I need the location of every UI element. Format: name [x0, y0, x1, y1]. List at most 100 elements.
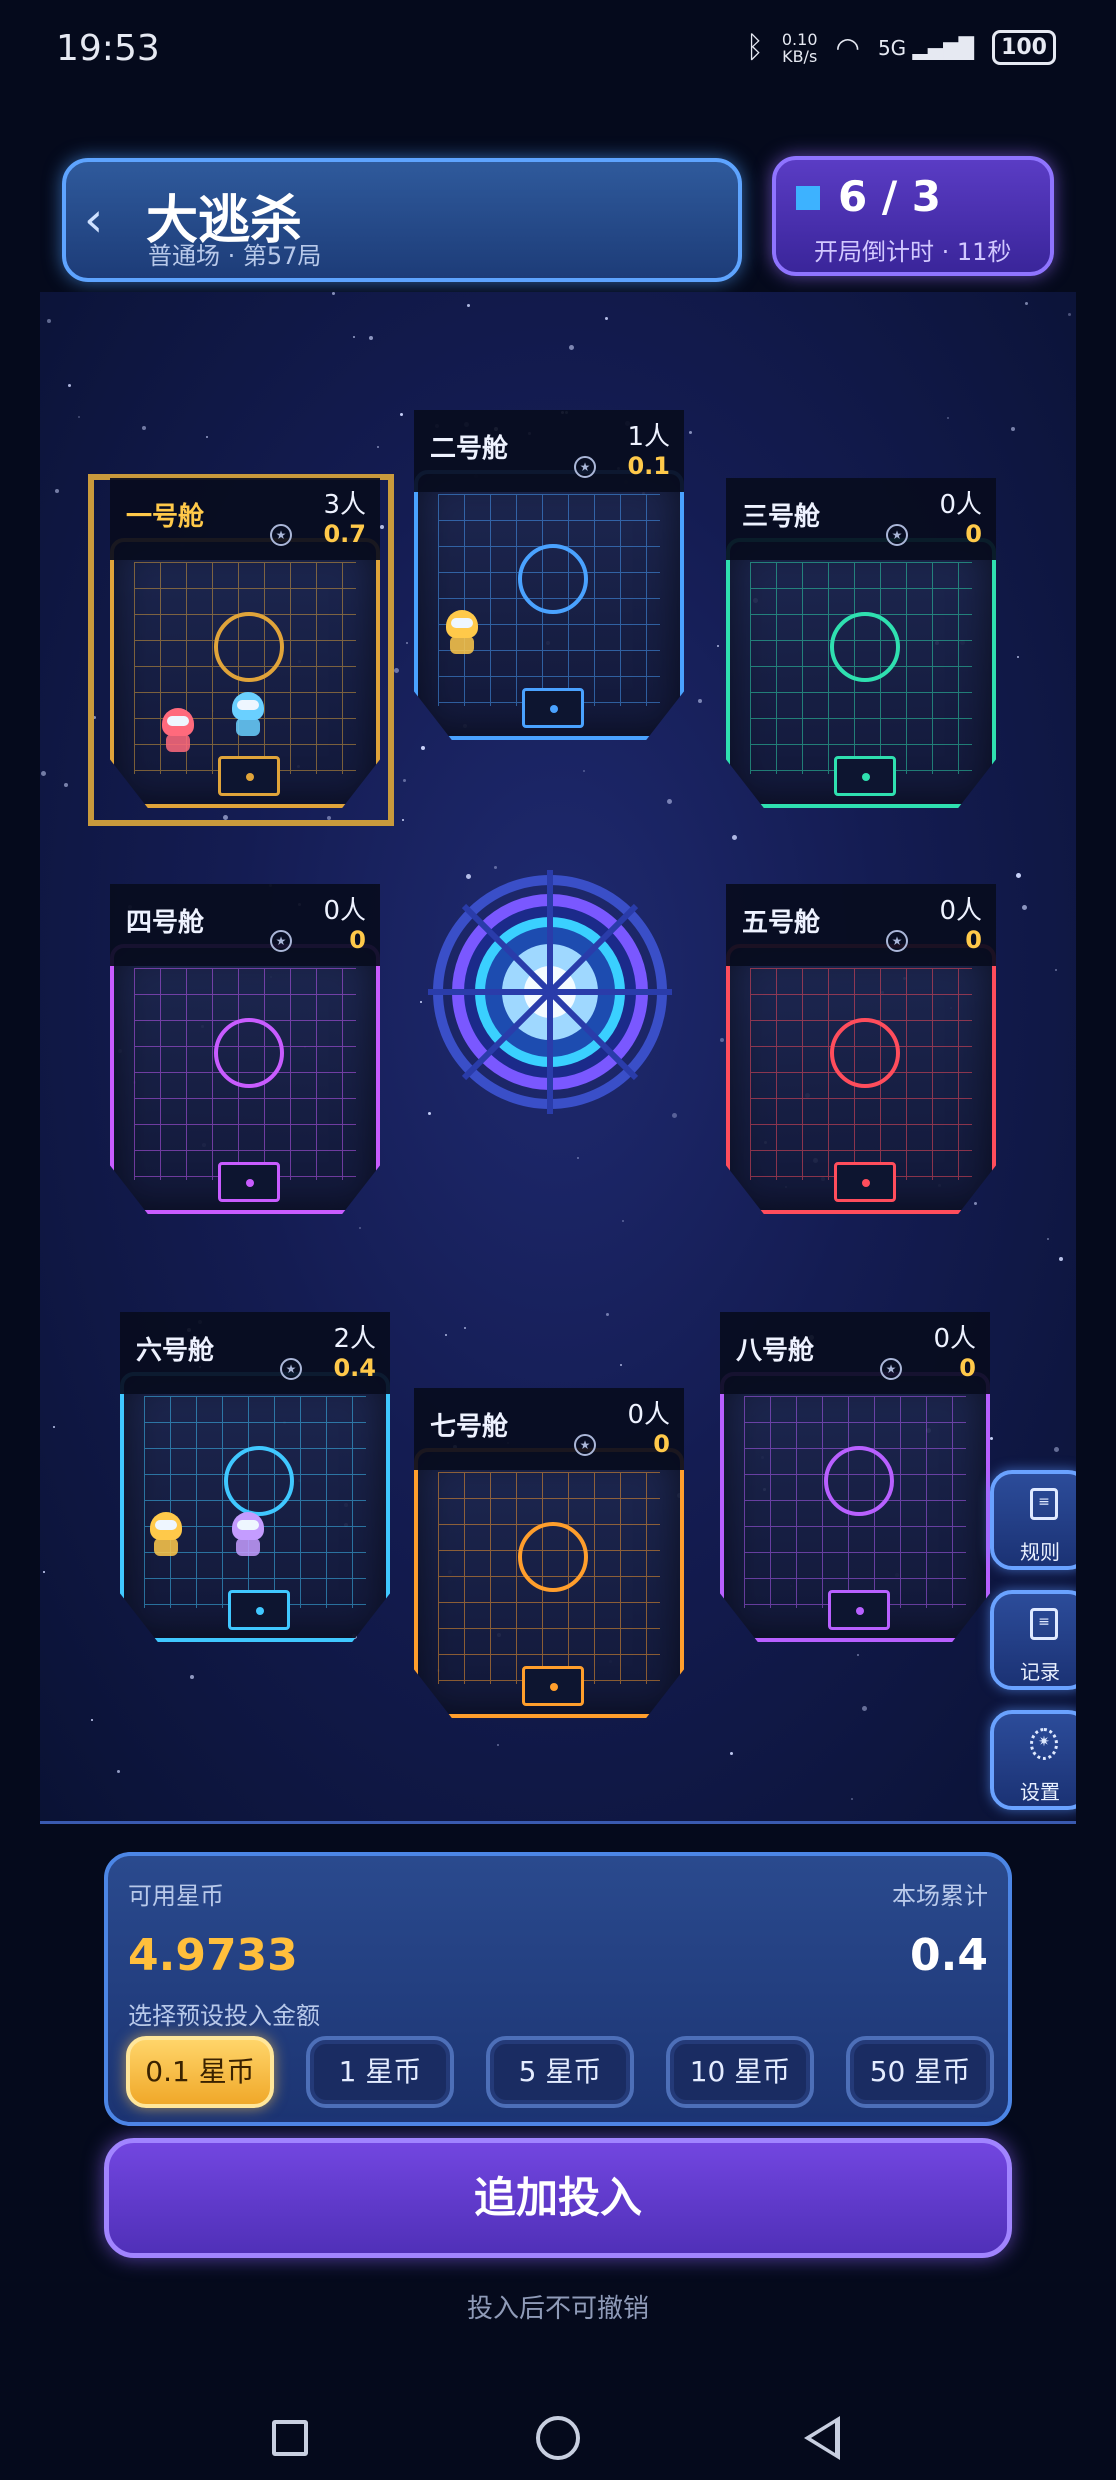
coin-icon: ★ [574, 1434, 596, 1456]
star-dot [857, 1654, 859, 1656]
star-dot [569, 345, 574, 350]
star-dot [1017, 656, 1019, 658]
star-dot [43, 1571, 45, 1573]
pod-people: 0人 [939, 896, 982, 926]
add-investment-button[interactable]: 追加投入 [104, 2138, 1012, 2258]
back-triangle-icon[interactable] [804, 2416, 840, 2460]
amount-button[interactable]: 0.1 星币 [126, 2036, 274, 2108]
recent-apps-icon[interactable] [272, 2420, 308, 2456]
coin-icon: ★ [270, 524, 292, 546]
star-dot [605, 317, 608, 320]
pod-label: 三号舱 ★ 0人 0 [726, 478, 996, 560]
star-dot [689, 431, 692, 434]
star-dot [421, 746, 425, 750]
pod-door-icon [522, 688, 584, 728]
coin-icon: ★ [574, 456, 596, 478]
star-dot [1022, 905, 1027, 910]
pod-chamber [110, 944, 380, 1214]
star-dot [730, 1752, 733, 1755]
star-dot [445, 1334, 447, 1336]
pod-people: 2人 [333, 1324, 376, 1354]
pod-chamber [726, 538, 996, 808]
pod-name: 二号舱 [430, 434, 509, 464]
document-icon: ≡ [1030, 1488, 1058, 1520]
center-portal-icon [428, 870, 672, 1114]
pod-amount: 0.1 [627, 452, 670, 480]
record-icon: ≡ [1030, 1608, 1058, 1640]
star-dot [622, 1220, 624, 1222]
navigation-bar [0, 2380, 1116, 2480]
star-dot [68, 384, 71, 387]
star-dot [400, 413, 403, 416]
pod-name: 四号舱 [126, 908, 205, 938]
battery-icon: 100 [992, 30, 1056, 65]
pod-door-icon [828, 1590, 890, 1630]
pod-people: 0人 [323, 896, 366, 926]
pod-chamber [414, 470, 684, 740]
star-dot [402, 819, 404, 821]
star-dot [720, 1038, 724, 1042]
pod-1[interactable]: 一号舱 ★ 3人 0.7 [110, 478, 380, 808]
pod-5[interactable]: 五号舱 ★ 0人 0 [726, 884, 996, 1214]
amount-button[interactable]: 5 星币 [486, 2036, 634, 2108]
star-dot [1016, 873, 1021, 878]
home-icon[interactable] [536, 2416, 580, 2460]
pod-core-icon [518, 1522, 588, 1592]
star-dot [377, 446, 379, 448]
pod-amount: 0 [965, 520, 982, 548]
pod-label: 八号舱 ★ 0人 0 [720, 1312, 990, 1394]
pod-2[interactable]: 二号舱 ★ 1人 0.1 [414, 410, 684, 740]
records-button[interactable]: ≡ 记录 [990, 1590, 1076, 1690]
pod-label: 六号舱 ★ 2人 0.4 [120, 1312, 390, 1394]
player-count: 6 / 3 [838, 172, 942, 221]
star-dot [403, 779, 406, 782]
star-dot [577, 1157, 579, 1159]
pod-7[interactable]: 七号舱 ★ 0人 0 [414, 1388, 684, 1718]
pod-label: 一号舱 ★ 3人 0.7 [110, 478, 380, 560]
arena: 一号舱 ★ 3人 0.7 二号舱 ★ 1人 0.1 三号舱 ★ 0人 0 四号舱… [40, 292, 1076, 1824]
net-speed: 0.10 KB/s [781, 29, 818, 66]
pod-6[interactable]: 六号舱 ★ 2人 0.4 [120, 1312, 390, 1642]
pod-amount: 0 [959, 1354, 976, 1382]
star-dot [732, 835, 737, 840]
status-time: 19:53 [56, 28, 160, 69]
rules-button[interactable]: ≡ 规则 [990, 1470, 1076, 1570]
pod-people: 0人 [939, 490, 982, 520]
pod-core-icon [824, 1446, 894, 1516]
star-dot [1054, 1447, 1059, 1452]
pod-label: 五号舱 ★ 0人 0 [726, 884, 996, 966]
pod-chamber [414, 1448, 684, 1718]
pod-chamber [110, 538, 380, 808]
pod-4[interactable]: 四号舱 ★ 0人 0 [110, 884, 380, 1214]
star-dot [1068, 313, 1071, 316]
pod-8[interactable]: 八号舱 ★ 0人 0 [720, 1312, 990, 1642]
star-dot [717, 645, 719, 647]
star-dot [117, 1770, 120, 1773]
pod-name: 一号舱 [126, 502, 205, 532]
settings-button[interactable]: ✷ 设置 [990, 1710, 1076, 1810]
choose-amount-label: 选择预设投入金额 [128, 2002, 320, 2030]
star-dot [406, 642, 408, 644]
amount-button[interactable]: 1 星币 [306, 2036, 454, 2108]
star-dot [1059, 1257, 1063, 1261]
pod-label: 二号舱 ★ 1人 0.1 [414, 410, 684, 492]
star-dot [53, 1426, 55, 1428]
pod-door-icon [218, 1162, 280, 1202]
game-subtitle: 普通场 · 第57局 [148, 242, 322, 270]
pod-3[interactable]: 三号舱 ★ 0人 0 [726, 478, 996, 808]
back-button[interactable]: ‹ [84, 192, 134, 252]
pod-people: 0人 [627, 1400, 670, 1430]
amount-button[interactable]: 50 星币 [846, 2036, 994, 2108]
amount-button[interactable]: 10 星币 [666, 2036, 814, 2108]
total-value: 0.4 [910, 1930, 988, 1981]
bet-panel: 可用星币 本场累计 4.9733 0.4 选择预设投入金额 0.1 星币 1 星… [104, 1852, 1012, 2126]
pod-core-icon [830, 1018, 900, 1088]
coin-icon: ★ [280, 1358, 302, 1380]
star-dot [332, 292, 335, 295]
pod-core-icon [830, 612, 900, 682]
wifi-icon: ◠ [835, 31, 860, 64]
pod-name: 七号舱 [430, 1412, 509, 1442]
pod-chamber [720, 1372, 990, 1642]
pod-core-icon [214, 612, 284, 682]
pod-chamber [120, 1372, 390, 1642]
